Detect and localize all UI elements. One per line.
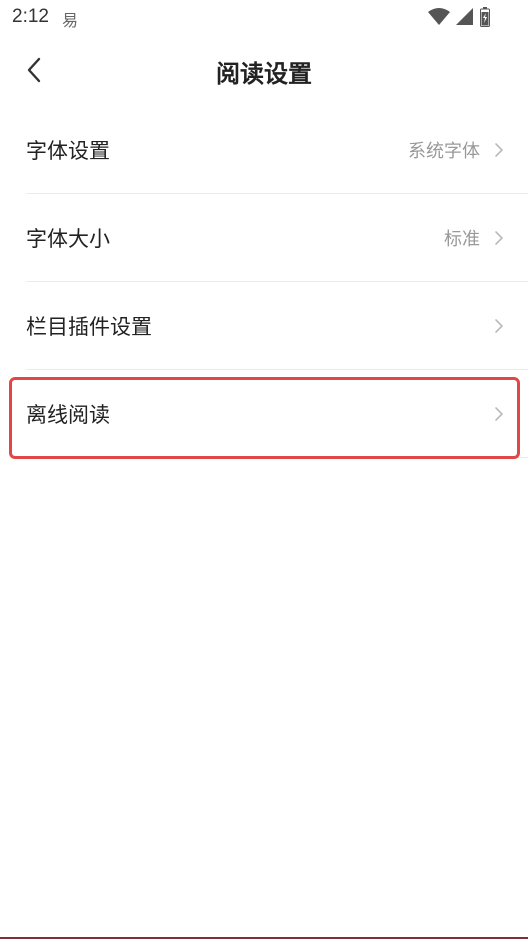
chevron-right-icon (495, 407, 503, 421)
status-icons (428, 7, 490, 27)
signal-icon (456, 8, 473, 25)
header: 阅读设置 (0, 34, 528, 108)
settings-item-value: 标准 (444, 229, 480, 250)
settings-item-label: 字体大小 (26, 227, 110, 251)
status-bar: 2:12 易 (0, 0, 528, 34)
settings-item-value: 系统字体 (408, 141, 480, 162)
settings-item-label: 字体设置 (26, 139, 110, 163)
reading-settings-screen: 2:12 易 阅读设置 字体设置 系统字体 字体大小 标准 栏目插件设置 离线阅… (0, 0, 528, 939)
settings-item-column-plugins[interactable]: 栏目插件设置 (0, 282, 528, 370)
chevron-right-icon (495, 319, 503, 333)
wifi-icon (428, 8, 450, 25)
page-title: 阅读设置 (216, 60, 312, 88)
settings-item-label: 离线阅读 (26, 403, 110, 427)
settings-item-font-size[interactable]: 字体大小 标准 (0, 194, 528, 282)
chevron-right-icon (495, 143, 503, 157)
status-time: 2:12 (12, 6, 49, 27)
settings-item-font[interactable]: 字体设置 系统字体 (0, 106, 528, 194)
settings-item-offline-reading[interactable]: 离线阅读 (0, 370, 528, 458)
battery-icon (480, 7, 490, 27)
settings-item-label: 栏目插件设置 (26, 315, 152, 339)
app-notification-icon: 易 (62, 11, 79, 30)
chevron-right-icon (495, 231, 503, 245)
settings-list: 字体设置 系统字体 字体大小 标准 栏目插件设置 离线阅读 (0, 106, 528, 458)
